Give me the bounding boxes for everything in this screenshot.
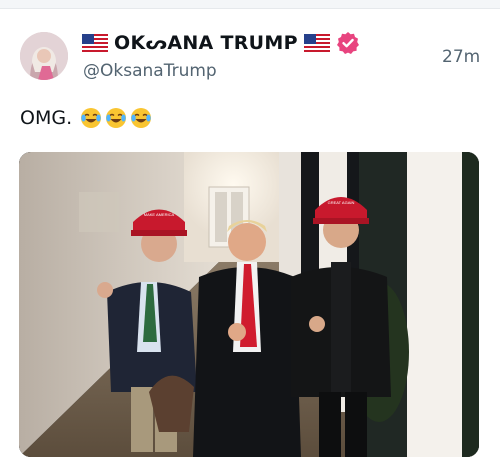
post-media-photo[interactable]: MAKE AMERICA GREAT AGAIN <box>19 152 479 457</box>
verified-badge-icon[interactable] <box>336 31 360 55</box>
avatar[interactable] <box>20 32 68 80</box>
author-handle[interactable]: @OksanaTrump <box>83 61 217 81</box>
avatar-photo <box>20 32 68 80</box>
photo-three-men-in-red-hats: MAKE AMERICA GREAT AGAIN <box>19 152 479 457</box>
face-with-tears-of-joy-icon <box>106 108 127 128</box>
post-text-content: OMG. <box>20 107 73 129</box>
post-text: OMG. <box>20 107 152 129</box>
us-flag-icon <box>303 34 330 52</box>
post-timestamp[interactable]: 27m <box>442 47 480 67</box>
hat-text-left: MAKE AMERICA <box>144 212 175 217</box>
top-divider <box>0 0 500 9</box>
emoji-row <box>80 107 152 129</box>
face-with-tears-of-joy-icon <box>81 108 102 128</box>
author-name-row: OKᔕANA TRUMP <box>82 30 360 56</box>
display-name[interactable]: OKᔕANA TRUMP <box>114 32 298 54</box>
hat-text-right: GREAT AGAIN <box>328 200 355 205</box>
face-with-tears-of-joy-icon <box>131 108 152 128</box>
us-flag-icon <box>82 34 108 52</box>
